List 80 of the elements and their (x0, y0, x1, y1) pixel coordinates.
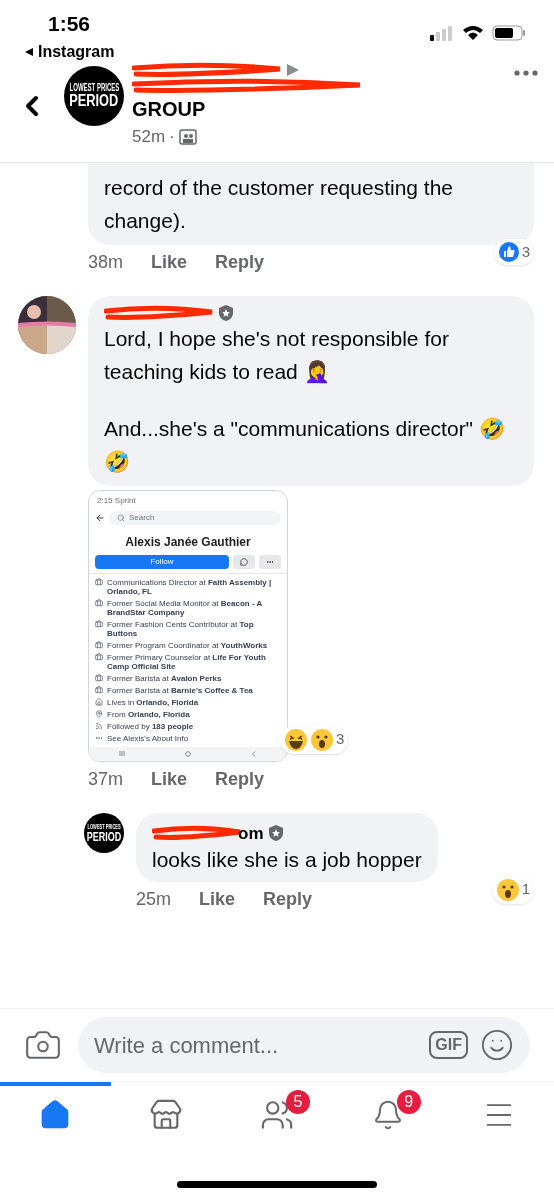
briefcase-icon (95, 640, 103, 649)
profile-detail: Communications Director at Faith Assembly | Orlando, FL (107, 577, 273, 596)
profile-detail: Former Barista at Barnie's Coffee & Tea (107, 685, 253, 695)
profile-detail: Former Primary Counselor at Life For Youth Camp Official Site (107, 652, 267, 671)
gif-button[interactable]: GIF (429, 1031, 468, 1059)
more-options-button[interactable] (514, 70, 538, 76)
like-link[interactable]: Like (151, 765, 188, 793)
more-icon (514, 70, 538, 76)
comment-text: And...she's a "communications director" 🤣🤣 (104, 415, 506, 475)
briefcase-icon (95, 577, 103, 586)
notification-badge: 9 (396, 1090, 421, 1114)
profile-detail: From Orlando, Florida (107, 709, 190, 719)
shield-star-icon (218, 303, 234, 322)
storefront-icon (149, 1098, 184, 1132)
profile-name: Alexis Janée Gauthier (124, 533, 252, 551)
briefcase-icon (95, 619, 103, 628)
reply-link[interactable]: Reply (263, 886, 313, 913)
comment-field[interactable]: Write a comment... GIF (78, 1017, 530, 1073)
signal-icon (430, 25, 454, 41)
comment-time: 37m (88, 767, 123, 791)
back-triangle-icon (24, 46, 34, 57)
comment-text: record of the customer requesting the change). (104, 174, 455, 234)
profile-detail: Former Social Media Monitor at Beacon - A BrandStar Company (107, 598, 264, 617)
comment-input[interactable]: Write a comment... (94, 1028, 418, 1062)
profile-screenshot[interactable] (88, 489, 288, 762)
laughing-emoji-icon (284, 727, 308, 752)
reply-link[interactable]: Reply (215, 248, 265, 276)
groups-icon (260, 1098, 294, 1132)
group-name: GROUP (132, 97, 207, 122)
nav-tab[interactable]: 9 (332, 1082, 444, 1144)
commenter-name-fragment: om (238, 822, 264, 845)
shield-star-icon (267, 824, 284, 843)
surprised-emoji-icon (495, 877, 520, 902)
profile-detail: Former Barista at Avalon Perks (107, 673, 222, 683)
briefcase-icon (95, 652, 103, 661)
briefcase-icon (95, 598, 103, 607)
comment-text: Lord, I hope she's not responsible for teaching kids to read 🤦‍♀ (104, 325, 450, 386)
location-pin-icon (95, 709, 103, 718)
battery-icon (492, 25, 526, 41)
phone-status-text: 2:15 Sprint (96, 494, 137, 507)
reaction-count[interactable]: 3 (280, 725, 349, 754)
wifi-icon (462, 25, 484, 41)
notification-badge: 5 (285, 1090, 310, 1114)
feed-icon (95, 721, 103, 730)
recent-apps-icon (119, 751, 125, 756)
comment-time: 25m (136, 888, 171, 911)
separator-dot: · (169, 126, 175, 148)
nav-tab[interactable]: 5 (221, 1082, 333, 1144)
follow-button: Follow (95, 554, 229, 569)
reaction-count[interactable]: 3 (493, 238, 534, 266)
profile-detail: See Alexis's About Info (107, 733, 189, 743)
comment-time: 38m (88, 250, 123, 274)
play-arrow-icon (286, 63, 300, 77)
group-audience-icon (178, 128, 197, 145)
like-link[interactable]: Like (151, 248, 188, 276)
search-field: Search (109, 510, 281, 525)
surprised-emoji-icon (310, 727, 334, 752)
group-logo: LOWEST PRICES PERIOD (64, 66, 124, 126)
home-circle-icon (185, 750, 191, 757)
back-to-app-link[interactable]: Instagram (38, 39, 115, 64)
post-time: 52m (132, 126, 166, 148)
profile-detail: Former Program Coordinator at YouthWorks (107, 640, 268, 650)
profile-detail: Followed by 183 people (107, 721, 194, 731)
briefcase-icon (95, 673, 103, 682)
thumbs-up-icon (497, 241, 520, 263)
comment-text: looks like she is a job hopper (152, 847, 422, 873)
house-icon (95, 697, 103, 706)
messenger-icon (240, 557, 248, 566)
clock-time: 1:56 (48, 11, 92, 37)
like-link[interactable]: Like (199, 886, 236, 913)
reply-link[interactable]: Reply (215, 765, 265, 793)
search-icon (117, 513, 125, 522)
group-logo: LOWEST PRICES PERIOD (84, 812, 124, 853)
briefcase-icon (95, 685, 103, 694)
profile-detail: Lives in Orlando, Florida (107, 697, 199, 707)
emoji-icon (480, 1028, 514, 1062)
profile-detail: Former Fashion Cents Contributor at Top Buttons (107, 619, 255, 638)
reaction-count[interactable]: 1 (491, 875, 534, 904)
back-icon (251, 750, 257, 757)
back-icon (95, 512, 105, 523)
